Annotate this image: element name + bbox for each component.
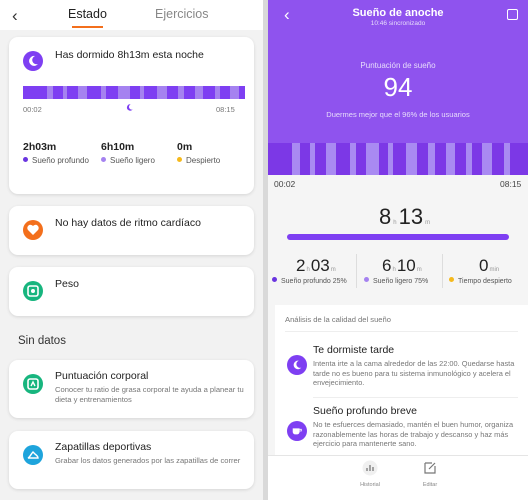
- shoes-card-desc: Grabar los datos generados por las zapat…: [55, 456, 241, 465]
- sleep-score-header: ‹ Sueño de anoche 10:46 sincronizado Pun…: [268, 0, 528, 175]
- moon-icon: [23, 51, 43, 71]
- awake-value: 0m: [177, 141, 193, 153]
- sleep-timeline-chart: [268, 143, 528, 175]
- history-label: Historial: [360, 482, 380, 488]
- sleep-end-time: 08:15: [216, 105, 235, 114]
- light-sleep-value: 6h10m: [382, 256, 422, 275]
- weight-card-title: Peso: [55, 278, 79, 290]
- sleep-timeline-bar: [23, 86, 245, 99]
- chart-icon: [362, 460, 378, 476]
- analysis-item-title: Te dormiste tarde: [313, 344, 395, 356]
- body-card-desc: Conocer tu ratio de grasa corporal te ay…: [55, 385, 244, 404]
- divider: [285, 331, 518, 332]
- left-screen: ‹ Estado Ejercicios Has dormido 8h13m es…: [0, 0, 263, 500]
- tab-estado[interactable]: Estado: [68, 7, 107, 28]
- total-sleep-bar: [287, 234, 509, 240]
- back-icon[interactable]: ‹: [12, 6, 18, 26]
- awake-value: 0min: [479, 256, 500, 275]
- shoes-card-title: Zapatillas deportivas: [55, 441, 152, 453]
- shoes-card[interactable]: Zapatillas deportivas Grabar los datos g…: [9, 431, 254, 489]
- cup-icon: [287, 421, 307, 441]
- divider: [356, 254, 357, 288]
- edit-button[interactable]: Editar: [410, 460, 450, 488]
- sleep-score: 94: [383, 72, 413, 102]
- divider: [313, 397, 518, 398]
- scale-icon: [23, 281, 43, 301]
- score-description: Duermes mejor que el 96% de los usuarios: [326, 110, 470, 119]
- timeline-end: 08:15: [500, 179, 522, 189]
- moon-marker-icon: [125, 103, 134, 114]
- heart-card-title: No hay datos de ritmo cardíaco: [55, 217, 201, 229]
- awake-label: Tiempo despierto: [449, 277, 512, 285]
- section-title-no-data: Sin datos: [18, 335, 66, 347]
- sleep-card-title: Has dormido 8h13m esta noche: [55, 49, 204, 61]
- edit-label: Editar: [422, 482, 438, 488]
- analysis-item-title: Sueño profundo breve: [313, 405, 417, 417]
- deep-sleep-label: Sueño profundo 25%: [272, 277, 347, 285]
- body-card-title: Puntuación corporal: [55, 370, 149, 382]
- deep-sleep-value: 2h03m: [23, 141, 57, 153]
- history-button[interactable]: Historial: [350, 460, 390, 488]
- light-sleep-label: Sueño ligero: [101, 156, 155, 165]
- analysis-item-desc: No te esfuerces demasiado, mantén el bue…: [313, 420, 514, 448]
- heart-icon: [23, 220, 43, 240]
- body-icon: [23, 374, 43, 394]
- right-screen: ‹ Sueño de anoche 10:46 sincronizado Pun…: [268, 0, 528, 500]
- sleep-start-time: 00:02: [23, 105, 42, 114]
- heart-rate-card[interactable]: No hay datos de ritmo cardíaco: [9, 206, 254, 255]
- edit-icon: [424, 462, 436, 474]
- tab-ejercicios[interactable]: Ejercicios: [155, 7, 209, 21]
- score-label: Puntuación de sueño: [360, 61, 436, 70]
- body-score-card[interactable]: Puntuación corporal Conocer tu ratio de …: [9, 360, 254, 418]
- header-title: Sueño de anoche: [352, 7, 444, 19]
- weight-card[interactable]: Peso: [9, 267, 254, 316]
- analysis-item-desc: Intenta irte a la cama alrededor de las …: [313, 359, 515, 387]
- sync-time: 10:46 sincronizado: [370, 20, 426, 27]
- tab-bar: ‹ Estado Ejercicios: [0, 0, 263, 30]
- timeline-start: 00:02: [274, 179, 296, 189]
- awake-label: Despierto: [177, 156, 220, 165]
- deep-sleep-label: Sueño profundo: [23, 156, 89, 165]
- sleep-analysis-card: Análisis de la calidad del sueño Te dorm…: [275, 305, 528, 475]
- bottom-nav: Historial Editar: [268, 455, 528, 500]
- analysis-header: Análisis de la calidad del sueño: [285, 315, 391, 324]
- moon-icon: [287, 355, 307, 375]
- divider: [442, 254, 443, 288]
- sleep-card[interactable]: Has dormido 8h13m esta noche 00:02 08:15…: [9, 37, 254, 194]
- share-icon[interactable]: [507, 9, 518, 20]
- light-sleep-value: 6h10m: [101, 141, 135, 153]
- light-sleep-label: Sueño ligero 75%: [364, 277, 428, 285]
- shoe-icon: [23, 445, 43, 465]
- total-sleep: 8 h13 m: [379, 204, 431, 229]
- deep-sleep-value: 2h03m: [296, 256, 336, 275]
